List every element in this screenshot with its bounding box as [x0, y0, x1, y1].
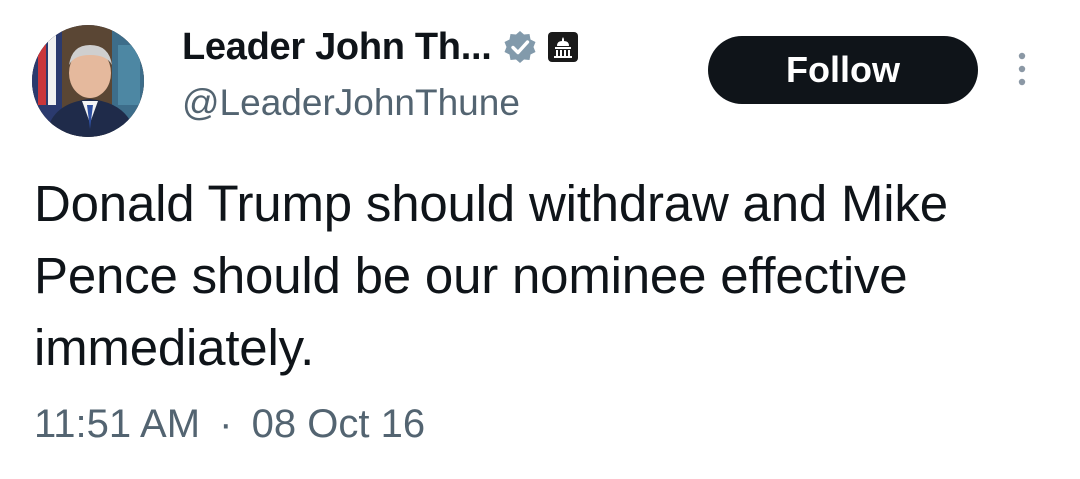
author-name-row: Leader John Th...	[182, 22, 579, 72]
tweet-text: Donald Trump should withdraw and Mike Pe…	[34, 175, 948, 376]
more-options-icon[interactable]	[1010, 50, 1034, 90]
author-handle[interactable]: @LeaderJohnThune	[182, 82, 520, 124]
timestamp-separator: ·	[219, 402, 233, 446]
avatar[interactable]	[32, 25, 144, 137]
tweet-time: 11:51 AM	[34, 402, 201, 446]
follow-button[interactable]: Follow	[708, 36, 978, 104]
tweet-date: 08 Oct 16	[251, 402, 426, 446]
verified-badge-icon[interactable]	[502, 29, 538, 65]
tweet-card: Leader John Th... @LeaderJohnThune Follo…	[0, 0, 1080, 479]
tweet-timestamp[interactable]: 11:51 AM · 08 Oct 16	[34, 402, 425, 447]
avatar-photo	[32, 25, 144, 137]
capitol-building-icon[interactable]	[547, 31, 579, 63]
display-name[interactable]: Leader John Th...	[182, 26, 492, 69]
